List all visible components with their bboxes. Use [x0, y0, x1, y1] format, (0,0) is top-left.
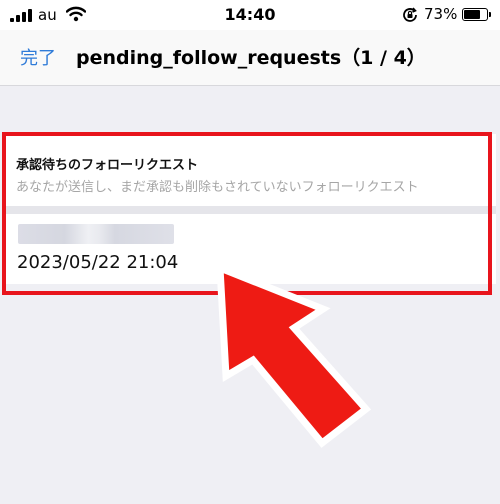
page-title: pending_follow_requests（1 / 4） — [76, 47, 426, 69]
status-bar: au 14:40 73% — [0, 0, 500, 30]
battery-percentage: 73% — [424, 5, 458, 23]
done-button[interactable]: 完了 — [20, 44, 56, 70]
battery-icon — [462, 8, 488, 21]
rotation-lock-icon — [402, 7, 418, 27]
navigation-bar: 完了 pending_follow_requests（1 / 4） — [0, 30, 500, 86]
battery-cap — [489, 12, 491, 17]
highlight-box — [2, 132, 492, 295]
